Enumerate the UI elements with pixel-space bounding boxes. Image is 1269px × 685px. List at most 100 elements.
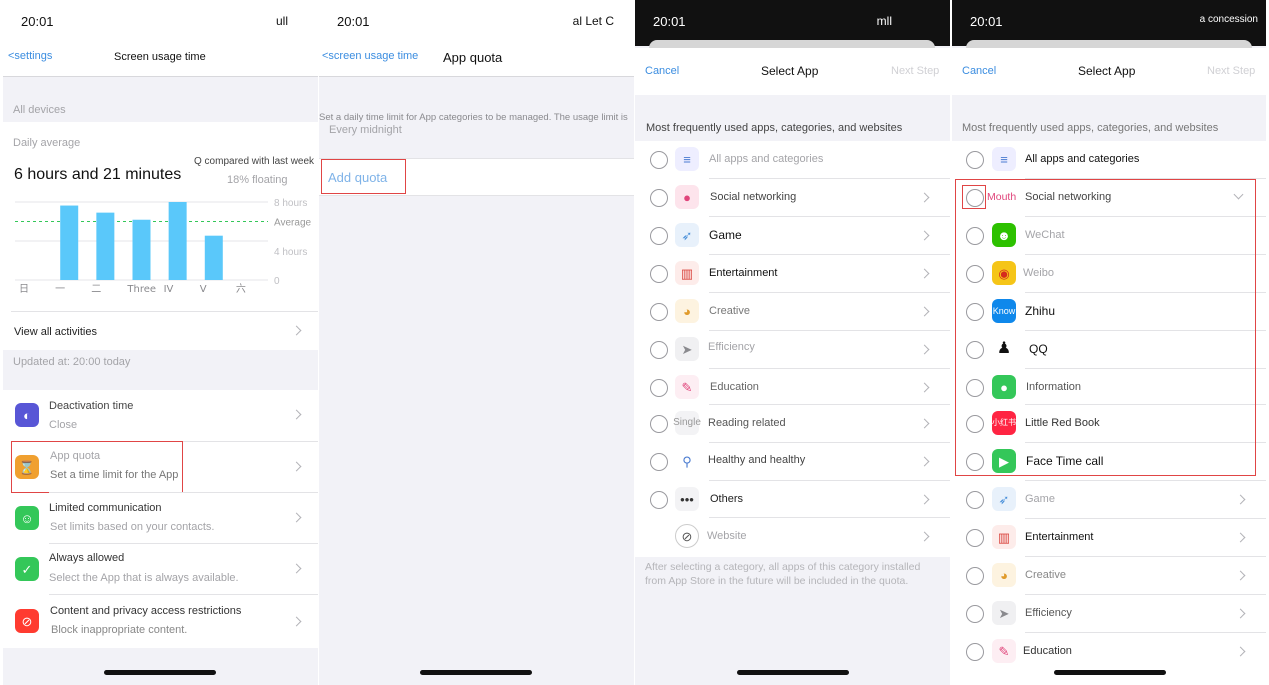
- social-apps-highlight: [955, 179, 1256, 476]
- radio-button[interactable]: [650, 265, 668, 283]
- book-icon: Single: [673, 411, 701, 435]
- row-label: Others: [710, 493, 744, 505]
- stack-icon: ≡: [992, 147, 1016, 171]
- section-label: All devices: [13, 104, 66, 116]
- list-item-efficiency[interactable]: ➤ Efficiency: [952, 595, 1266, 632]
- list-item-health[interactable]: ⚲ Healthy and healthy: [635, 443, 950, 480]
- list-item-entertainment[interactable]: ▥ Entertainment: [952, 519, 1266, 556]
- chevron-right-icon: [919, 306, 930, 317]
- list-item-creative[interactable]: ◕ Creative: [952, 557, 1266, 594]
- updated-label: Updated at: 20:00 today: [13, 356, 131, 368]
- radio-button[interactable]: [966, 567, 984, 585]
- home-indicator: [104, 670, 216, 675]
- add-quota-label: Add quota: [328, 170, 388, 185]
- list-item-reading[interactable]: Single Reading related: [635, 405, 950, 442]
- list-item-game[interactable]: ➶ Game: [635, 217, 950, 254]
- next-step-button[interactable]: Next Step: [1207, 65, 1255, 77]
- list-item-website[interactable]: ⊘ Website: [635, 518, 950, 555]
- view-all-activities-row[interactable]: View all activities: [3, 312, 318, 350]
- cancel-button[interactable]: Cancel: [645, 65, 679, 77]
- chevron-right-icon: [919, 382, 930, 393]
- rocket-icon: ➶: [675, 223, 699, 247]
- status-signal: ull: [275, 14, 288, 28]
- list-item-game[interactable]: ➶ Game: [952, 481, 1266, 518]
- screen-usage-panel: 20:01 ull <settings Screen usage time Al…: [3, 0, 318, 685]
- radio-button[interactable]: [650, 189, 668, 207]
- row-label: All apps and categories: [709, 153, 824, 165]
- nav-bar: <screen usage time App quota: [319, 42, 634, 77]
- x-tick-label: 一: [55, 284, 65, 295]
- back-button[interactable]: <settings: [8, 50, 52, 62]
- row-title: Limited communication: [49, 502, 162, 514]
- chevron-right-icon: [1235, 608, 1246, 619]
- y-tick-label: 8 hours: [274, 198, 307, 209]
- radio-button[interactable]: [650, 415, 668, 433]
- chevron-right-icon: [1235, 494, 1246, 505]
- contact-icon: ☺: [15, 506, 39, 530]
- chevron-right-icon: [1235, 570, 1246, 581]
- always-allowed-row[interactable]: ✓ Always allowed Select the App that is …: [3, 543, 318, 594]
- list-item-creative[interactable]: ◕ Creative: [635, 293, 950, 330]
- x-tick-label: IV: [164, 284, 174, 295]
- usage-chart: 日 一 二 Three IV V 六 8 hours Average 4 hours 0: [15, 198, 312, 295]
- chevron-right-icon: [919, 531, 930, 542]
- radio-button[interactable]: [650, 227, 668, 245]
- deactivation-time-row[interactable]: ◐ Deactivation time Close: [3, 390, 318, 440]
- radio-button[interactable]: [650, 491, 668, 509]
- chevron-right-icon: [919, 192, 930, 203]
- add-quota-button[interactable]: Add quota: [321, 159, 406, 194]
- content-privacy-row[interactable]: ⊘ Content and privacy access restriction…: [3, 594, 318, 648]
- popcorn-icon: ▥: [992, 525, 1016, 549]
- chevron-right-icon: [291, 461, 302, 472]
- radio-button[interactable]: [650, 379, 668, 397]
- row-title: Deactivation time: [49, 400, 134, 412]
- list-item-all-apps[interactable]: ≡ All apps and categories: [635, 141, 950, 178]
- paper-plane-icon: ➤: [992, 601, 1016, 625]
- cancel-button[interactable]: Cancel: [962, 65, 996, 77]
- row-label: Game: [1025, 493, 1055, 505]
- radio-button[interactable]: [966, 491, 984, 509]
- list-item-entertainment[interactable]: ▥ Entertainment: [635, 255, 950, 292]
- view-all-label: View all activities: [14, 326, 97, 338]
- rocket-icon: ➶: [992, 487, 1016, 511]
- list-item-social[interactable]: ● Social networking: [635, 179, 950, 216]
- radio-button[interactable]: [650, 303, 668, 321]
- radio-button[interactable]: [650, 453, 668, 471]
- daily-average-label: Daily average: [13, 137, 81, 149]
- list-item-education[interactable]: ✎ Education: [635, 369, 950, 406]
- compare-label: Q compared with last week: [194, 156, 315, 167]
- radio-button[interactable]: [650, 151, 668, 169]
- radio-button[interactable]: [650, 341, 668, 359]
- x-tick-label: V: [200, 284, 207, 295]
- chevron-right-icon: [291, 325, 302, 336]
- status-time: 20:01: [970, 14, 1003, 29]
- radio-button[interactable]: [966, 529, 984, 547]
- next-step-button[interactable]: Next Step: [891, 65, 939, 77]
- row-subtitle: Set limits based on your contacts.: [50, 521, 215, 533]
- highlight-box: [11, 441, 183, 493]
- back-button[interactable]: <screen usage time: [322, 50, 418, 62]
- category-list: ≡ All apps and categories ● Social netwo…: [635, 141, 950, 557]
- row-label: Game: [709, 228, 742, 242]
- x-tick-label: Three: [126, 284, 156, 295]
- row-label: Social networking: [710, 191, 797, 203]
- list-item-others[interactable]: ••• Others: [635, 481, 950, 518]
- limited-communication-row[interactable]: ☺ Limited communication Set limits based…: [3, 492, 318, 543]
- row-subtitle: Select the App that is always available.: [49, 572, 239, 584]
- status-signal: al Let C: [572, 14, 614, 28]
- row-title: Content and privacy access restrictions: [50, 605, 242, 617]
- radio-button[interactable]: [966, 643, 984, 661]
- moon-clock-icon: ◐: [15, 403, 39, 427]
- sheet-header: Cancel Select App Next Step: [952, 48, 1266, 95]
- home-indicator: [1054, 670, 1166, 675]
- radio-button[interactable]: [966, 151, 984, 169]
- sheet-title: Select App: [761, 64, 819, 78]
- list-item-education[interactable]: ✎ Education: [952, 633, 1266, 670]
- more-icon: •••: [675, 487, 699, 511]
- list-item-efficiency[interactable]: ➤ Efficiency: [635, 331, 950, 368]
- row-label: All apps and categories: [1025, 153, 1140, 165]
- chevron-right-icon: [291, 563, 302, 574]
- list-item-all-apps[interactable]: ≡ All apps and categories: [952, 141, 1266, 178]
- sheet-header: Cancel Select App Next Step: [635, 48, 950, 95]
- radio-button[interactable]: [966, 605, 984, 623]
